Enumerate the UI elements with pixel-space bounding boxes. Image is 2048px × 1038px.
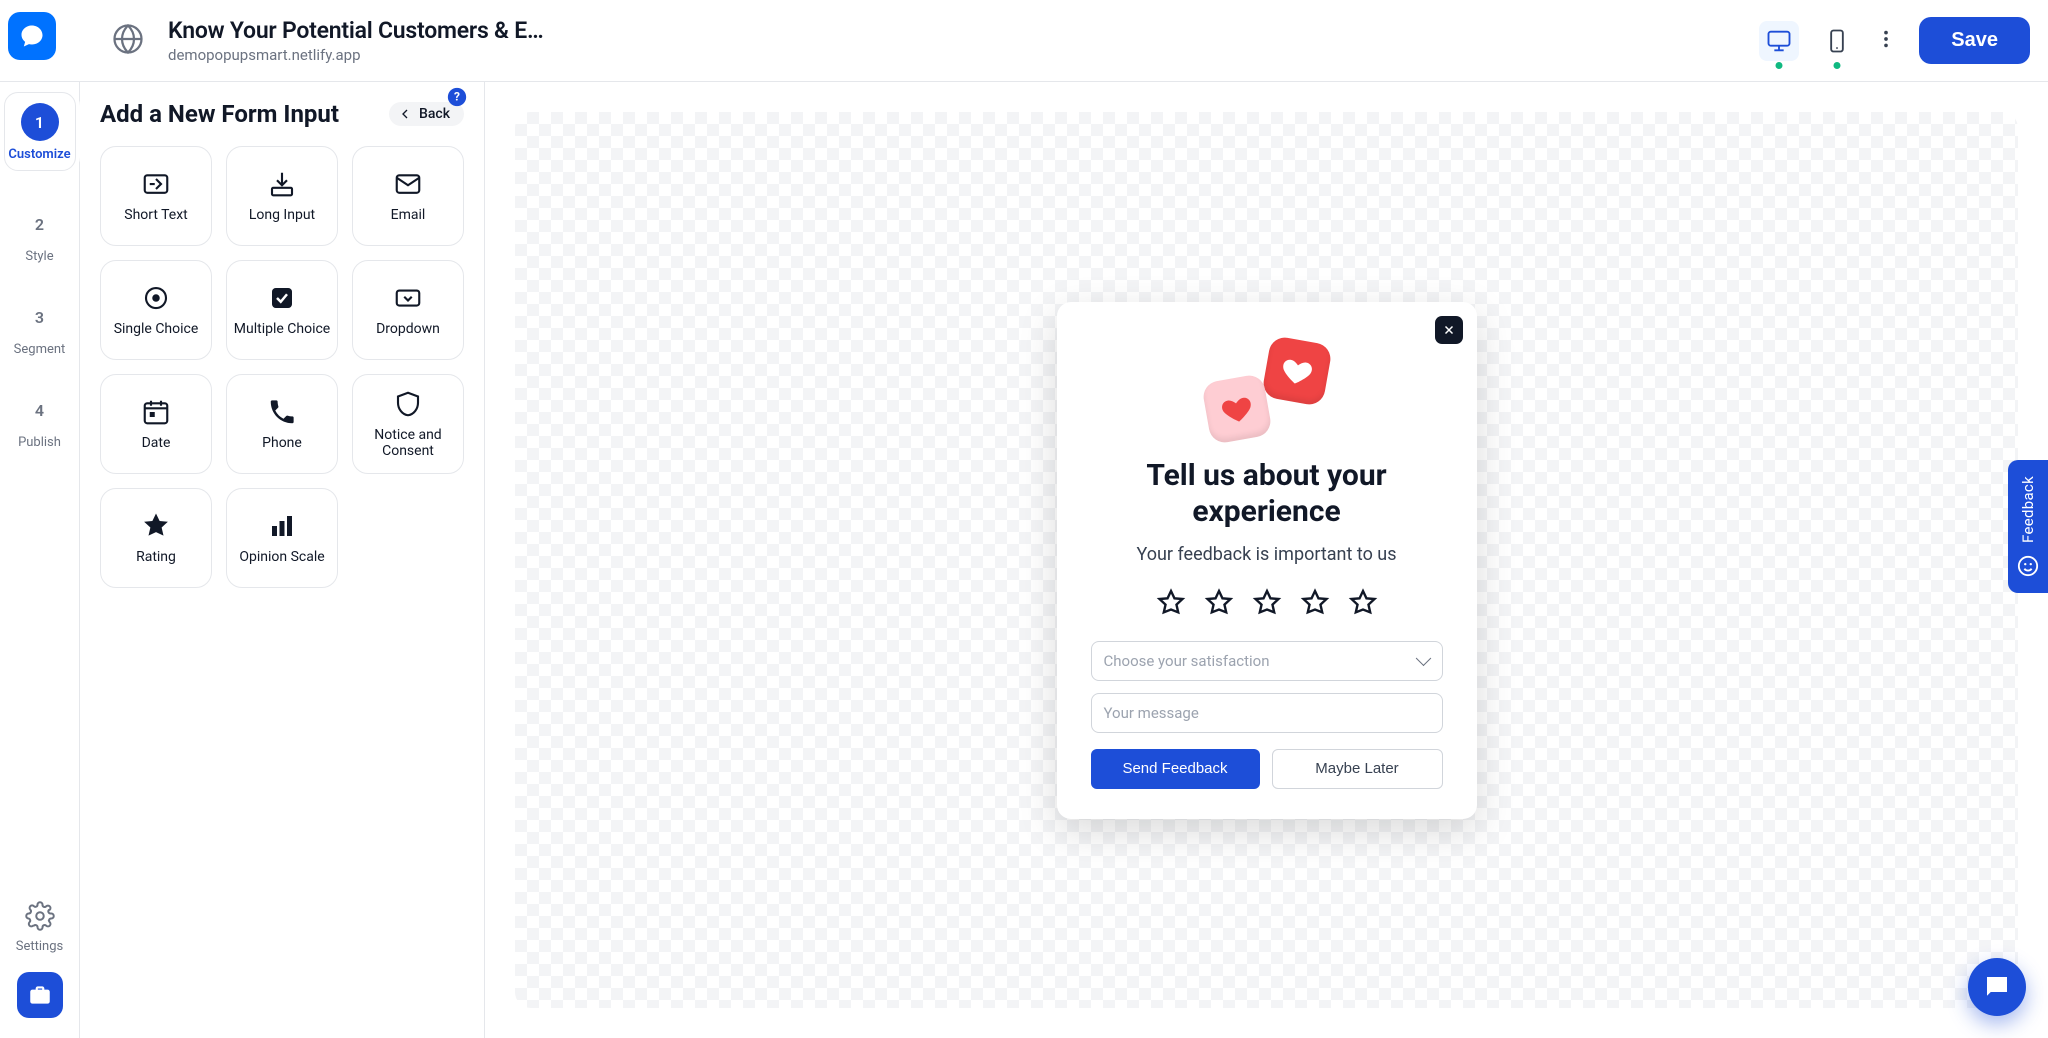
arrow-left-icon	[397, 106, 413, 122]
satisfaction-select[interactable]: Choose your satisfaction	[1091, 641, 1443, 681]
rail-step-label: Style	[25, 249, 53, 264]
device-mobile-active-dot	[1834, 62, 1841, 69]
card-label: Single Choice	[108, 321, 205, 337]
rail-step-publish[interactable]: 4 Publish	[18, 391, 61, 450]
card-label: Short Text	[118, 207, 194, 223]
message-textarea[interactable]	[1091, 693, 1443, 733]
rating-stars[interactable]	[1155, 587, 1379, 619]
card-label: Phone	[256, 435, 308, 451]
heart-icon	[1261, 335, 1333, 407]
star-outline-icon[interactable]	[1251, 587, 1283, 619]
rail-settings-label: Settings	[16, 939, 63, 954]
popup-close-button[interactable]	[1435, 316, 1463, 344]
heart-icon	[1201, 373, 1273, 445]
device-desktop-active-dot	[1776, 62, 1783, 69]
device-switch	[1759, 21, 1897, 61]
briefcase-button[interactable]	[17, 972, 63, 1018]
card-label: Date	[136, 435, 177, 451]
input-type-single-choice[interactable]: Single Choice	[100, 260, 212, 360]
shield-icon	[393, 389, 423, 419]
short-text-icon	[141, 169, 171, 199]
help-icon[interactable]: ?	[446, 86, 468, 108]
input-type-dropdown[interactable]: Dropdown	[352, 260, 464, 360]
input-type-short-text[interactable]: Short Text	[100, 146, 212, 246]
title-block: Know Your Potential Customers & Enh… dem…	[168, 17, 548, 64]
card-label: Long Input	[243, 207, 321, 223]
panel-title: Add a New Form Input	[100, 100, 339, 128]
card-label: Multiple Choice	[228, 321, 336, 337]
input-type-notice-consent[interactable]: Notice and Consent	[352, 374, 464, 474]
rail-step-label: Customize	[8, 147, 70, 162]
svg-text:?: ?	[454, 90, 460, 104]
rail-step-num: 1	[21, 103, 59, 141]
card-label: Dropdown	[370, 321, 446, 337]
maybe-later-button[interactable]: Maybe Later	[1272, 749, 1443, 789]
long-input-icon	[267, 169, 297, 199]
input-type-rating[interactable]: Rating	[100, 488, 212, 588]
card-label: Rating	[130, 549, 182, 565]
save-button[interactable]: Save	[1919, 17, 2030, 64]
device-mobile-button[interactable]	[1817, 21, 1857, 61]
back-label: Back	[419, 106, 450, 122]
hearts-illustration	[1202, 340, 1332, 440]
rail-step-segment[interactable]: 3 Segment	[14, 298, 66, 357]
rail-step-num: 4	[20, 391, 58, 429]
card-label: Opinion Scale	[233, 549, 330, 565]
chat-icon	[1982, 972, 2012, 1002]
app-logo[interactable]	[8, 12, 56, 60]
dropdown-icon	[393, 283, 423, 313]
star-outline-icon[interactable]	[1155, 587, 1187, 619]
input-type-long-input[interactable]: Long Input	[226, 146, 338, 246]
smiley-icon	[2017, 555, 2039, 577]
step-rail: 1 Customize 2 Style 3 Segment 4 Publish …	[0, 82, 80, 1038]
send-feedback-button[interactable]: Send Feedback	[1091, 749, 1260, 789]
canvas-surface[interactable]: Tell us about your experience Your feedb…	[515, 112, 2018, 1008]
input-type-email[interactable]: Email	[352, 146, 464, 246]
rail-step-label: Publish	[18, 435, 61, 450]
popup-heading[interactable]: Tell us about your experience	[1091, 458, 1443, 530]
popup-subheading[interactable]: Your feedback is important to us	[1136, 544, 1396, 565]
bar-chart-icon	[267, 511, 297, 541]
rail-step-num: 2	[21, 205, 59, 243]
star-outline-icon[interactable]	[1347, 587, 1379, 619]
more-menu-button[interactable]	[1875, 28, 1897, 54]
input-picker-panel: Add a New Form Input Back ? Short Text L…	[80, 82, 485, 1038]
campaign-url: demopopupsmart.netlify.app	[168, 46, 548, 64]
globe-icon	[110, 21, 146, 61]
rail-settings[interactable]: Settings	[16, 901, 63, 954]
rail-step-customize[interactable]: 1 Customize	[4, 92, 76, 171]
input-type-opinion-scale[interactable]: Opinion Scale	[226, 488, 338, 588]
card-label: Email	[385, 207, 432, 223]
star-outline-icon[interactable]	[1203, 587, 1235, 619]
phone-icon	[267, 397, 297, 427]
star-icon	[141, 511, 171, 541]
card-label: Notice and Consent	[353, 427, 463, 459]
gear-icon	[25, 901, 55, 935]
rail-step-num: 3	[20, 298, 58, 336]
popup-preview: Tell us about your experience Your feedb…	[1057, 302, 1477, 819]
input-type-grid: Short Text Long Input Email Single Choic…	[100, 146, 464, 588]
feedback-side-tab[interactable]: Feedback	[2008, 460, 2048, 593]
input-type-date[interactable]: Date	[100, 374, 212, 474]
email-icon	[393, 169, 423, 199]
rail-step-style[interactable]: 2 Style	[21, 205, 59, 264]
feedback-tab-label: Feedback	[2019, 476, 2037, 543]
campaign-title: Know Your Potential Customers & Enh…	[168, 17, 548, 44]
input-type-phone[interactable]: Phone	[226, 374, 338, 474]
header: Know Your Potential Customers & Enh… dem…	[0, 0, 2048, 82]
radio-icon	[141, 283, 171, 313]
calendar-icon	[141, 397, 171, 427]
star-outline-icon[interactable]	[1299, 587, 1331, 619]
input-type-multiple-choice[interactable]: Multiple Choice	[226, 260, 338, 360]
rail-step-label: Segment	[14, 342, 66, 357]
canvas: Tell us about your experience Your feedb…	[485, 82, 2048, 1038]
chat-fab[interactable]	[1968, 958, 2026, 1016]
close-icon	[1442, 323, 1456, 337]
checkbox-icon	[267, 283, 297, 313]
device-desktop-button[interactable]	[1759, 21, 1799, 61]
